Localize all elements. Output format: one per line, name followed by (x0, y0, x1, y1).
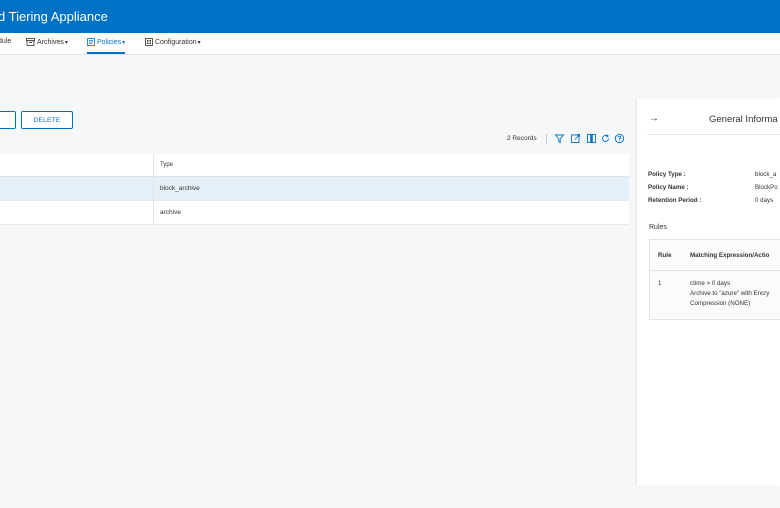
rules-table: Rule Matching Expression/Actio 1 ctime >… (649, 239, 780, 320)
nav-bar: dule Archives▾ Policies▾ Configuration▾ (0, 33, 780, 55)
expression-column-header: Matching Expression/Actio (690, 252, 770, 259)
chevron-down-icon: ▾ (64, 39, 68, 46)
details-panel: → General Informa Policy Type : block_a … (637, 98, 780, 486)
rule-expression-line: ctime > 0 days (690, 280, 731, 287)
type-cell: archive (160, 209, 181, 216)
grid-header: Type (0, 154, 629, 177)
retention-period-value: 0 days (755, 197, 774, 204)
policy-name-label: Policy Name : (648, 184, 689, 191)
nav-item-schedule[interactable]: dule (0, 38, 11, 54)
policy-icon (87, 38, 95, 46)
nav-item-archives[interactable]: Archives▾ (26, 38, 68, 54)
app-header: d Tiering Appliance (0, 0, 780, 33)
nav-item-label: dule (0, 38, 12, 45)
export-icon[interactable] (570, 133, 581, 144)
table-row[interactable]: archive (0, 201, 629, 225)
nav-item-label: Policies (97, 38, 122, 46)
columns-icon[interactable] (586, 133, 597, 144)
filter-icon[interactable] (554, 133, 565, 144)
app-title: d Tiering Appliance (0, 9, 108, 24)
chevron-down-icon: ▾ (197, 39, 201, 46)
add-button[interactable] (0, 111, 16, 129)
rules-header-row: Rule Matching Expression/Actio (650, 240, 780, 271)
policy-type-value: block_a (755, 171, 777, 178)
records-count: 2 Records (507, 135, 537, 142)
panel-title: General Informa (709, 114, 778, 125)
column-header-type[interactable]: Type (160, 162, 173, 168)
nav-item-configuration[interactable]: Configuration▾ (145, 38, 201, 54)
configuration-icon (145, 38, 153, 46)
chevron-down-icon: ▾ (122, 39, 126, 46)
rule-action-line: Archive to "azure" with Encry (690, 290, 770, 297)
toolbar-divider (546, 134, 547, 144)
archive-icon (26, 38, 35, 46)
type-cell: block_archive (160, 185, 200, 192)
nav-item-policies[interactable]: Policies▾ (87, 38, 126, 54)
table-row[interactable]: block_archive (0, 177, 629, 201)
arrow-right-icon[interactable]: → (649, 113, 659, 124)
rule-column-header: Rule (658, 252, 672, 259)
rule-number: 1 (658, 280, 662, 287)
rule-compression-line: Compression (NONE) (690, 300, 751, 307)
policy-name-value: BlockPo (755, 184, 778, 191)
retention-period-label: Retention Period : (648, 197, 702, 204)
help-icon[interactable] (614, 133, 625, 144)
policies-grid: Type block_archive archive (0, 154, 629, 225)
refresh-icon[interactable] (600, 133, 611, 144)
nav-item-label: Configuration (155, 38, 197, 46)
column-divider (153, 154, 154, 223)
policy-type-label: Policy Type : (648, 171, 686, 178)
nav-item-label: Archives (37, 38, 64, 46)
divider (647, 134, 780, 135)
rules-heading: Rules (649, 224, 667, 231)
delete-button[interactable]: DELETE (21, 111, 73, 129)
